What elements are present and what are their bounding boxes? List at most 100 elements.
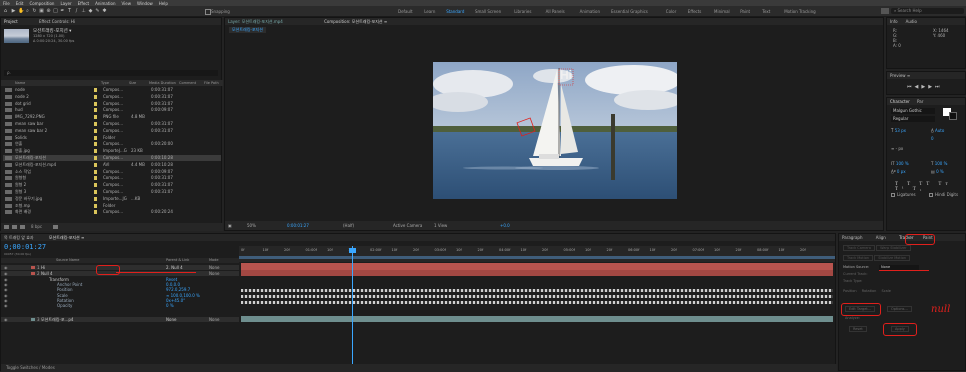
label-color[interactable]	[94, 190, 97, 194]
help-search-input[interactable]: ⌕ Search Help	[891, 8, 964, 14]
check-position[interactable]: Position	[843, 289, 857, 293]
pen-tool-icon[interactable]: ✒	[60, 9, 65, 14]
workspace-text[interactable]: Text	[762, 9, 770, 14]
text-style-buttons[interactable]: T T TT Tт T¹ T₁	[895, 182, 965, 192]
label-color[interactable]	[94, 115, 97, 120]
label-color[interactable]	[94, 101, 97, 106]
project-item[interactable]: 연출 Compos... 0:00:20:00	[3, 141, 221, 147]
tab-info[interactable]: Info	[890, 19, 898, 24]
workspace-motion-tracking[interactable]: Motion Tracking	[784, 9, 815, 14]
layer-parent[interactable]: None	[166, 317, 176, 322]
workspace-learn[interactable]: Learn	[424, 9, 435, 14]
layer-parent[interactable]: 2. Null 4	[166, 265, 183, 270]
label-color[interactable]	[94, 108, 97, 113]
layer-parent[interactable]: 0 %	[166, 303, 174, 308]
menu-effect[interactable]: Effect	[78, 1, 90, 6]
project-item[interactable]: node 2 Compos... 0:00:31:07	[3, 94, 221, 100]
tab-composition[interactable]: Composition: 모션트래킹-포지션 ≡	[324, 19, 387, 24]
menu-layer[interactable]: Layer	[60, 1, 71, 6]
magnification-icon[interactable]: ▣	[228, 221, 232, 230]
layer-row[interactable]: ◉ 1 Hi 2. Null 4 None	[1, 265, 239, 270]
menu-help[interactable]: Help	[159, 1, 168, 6]
preview-controls[interactable]: ⏮◀▶▶⏭	[907, 84, 943, 90]
layer-row[interactable]: ◉ Position 972.0,259.7	[1, 287, 239, 292]
tab-character[interactable]: Character	[890, 99, 910, 104]
tab-align[interactable]: Align	[876, 235, 886, 240]
project-item[interactable]: 소스 작업 Compos... 0:00:09:07	[3, 169, 221, 175]
selection-tool-icon[interactable]: ▶	[11, 9, 16, 14]
exposure-value[interactable]: +0.0	[500, 221, 510, 230]
stabilize-motion-button[interactable]: Stabilize Motion	[874, 255, 911, 261]
brush-tool-icon[interactable]: /	[74, 9, 79, 14]
label-color[interactable]	[94, 203, 97, 208]
project-item[interactable]: hud Compos... 0:00:09:07	[3, 107, 221, 113]
tab-audio[interactable]: Audio	[906, 19, 917, 24]
layer-label-color[interactable]	[31, 299, 35, 302]
layer-label-color[interactable]	[31, 288, 35, 291]
hindi-digits-checkbox[interactable]	[929, 193, 933, 197]
workspace-animation[interactable]: Animation	[580, 9, 600, 14]
menu-file[interactable]: File	[3, 1, 10, 6]
interpret-footage-icon[interactable]	[4, 225, 9, 229]
baseline-value[interactable]: 0 px	[897, 169, 906, 174]
layer-label-color[interactable]	[31, 304, 35, 307]
menu-window[interactable]: Window	[137, 1, 153, 6]
project-search-input[interactable]: ρ.	[4, 70, 218, 76]
rotate-tool-icon[interactable]: ↻	[32, 9, 37, 14]
label-color[interactable]	[94, 156, 97, 160]
project-item[interactable]: 모션트래킹-포지션.mp4 AVI 4.4 MB 0:00:10:28	[3, 162, 221, 168]
layer-mode[interactable]: None	[209, 265, 219, 270]
menu-animation[interactable]: Animation	[95, 1, 115, 6]
vscale-value[interactable]: 100 %	[896, 161, 909, 166]
zoom-select[interactable]: 50%	[247, 221, 256, 230]
project-item[interactable]: 원형 3 Compos... 0:00:31:07	[3, 189, 221, 195]
preview-header[interactable]: Preview ≡	[887, 72, 965, 79]
label-color[interactable]	[94, 149, 97, 154]
hi-text-layer[interactable]: Hi	[560, 68, 572, 82]
type-tool-icon[interactable]: T	[67, 9, 72, 14]
project-item[interactable]: IMG_7292.PNG PNG file 4.8 MB	[3, 114, 221, 120]
layer-mode[interactable]: None	[209, 317, 219, 322]
camera-select[interactable]: Active Camera	[393, 221, 422, 230]
col-duration[interactable]: Media Duration	[149, 80, 176, 86]
camera-tool-icon[interactable]: ▣	[39, 9, 44, 14]
keyframes-rotation[interactable]	[241, 301, 833, 304]
project-item[interactable]: Solids Folder	[3, 135, 221, 141]
project-item[interactable]: mean saw bar 2 Compos... 0:00:31:07	[3, 128, 221, 134]
video-frame[interactable]: Hi	[433, 62, 677, 199]
comp-subtab[interactable]: 모션트래킹-포지션	[229, 27, 266, 33]
clone-stamp-icon[interactable]: ⊥	[81, 9, 86, 14]
playhead-handle[interactable]	[349, 248, 356, 253]
project-item[interactable]: 조형.mp Folder	[3, 203, 221, 209]
trash-icon[interactable]	[53, 225, 58, 229]
visibility-eye-icon[interactable]: ◉	[4, 317, 8, 322]
tab-paragraph-short[interactable]: Par	[917, 99, 923, 104]
col-type[interactable]: Type	[101, 80, 109, 86]
tsume-value[interactable]: 0 %	[936, 169, 944, 174]
timeline-timecode[interactable]: 0;00:01:27	[4, 243, 46, 251]
layer-row[interactable]: ◉ 3 모션트래킹-포...p4 None None	[1, 317, 239, 322]
workspace-minimal[interactable]: Minimal	[714, 9, 730, 14]
workspace-standard[interactable]: Standard	[446, 9, 464, 14]
workspace-default[interactable]: Default	[398, 9, 413, 14]
stroke-color-swatch[interactable]	[949, 112, 957, 120]
visibility-eye-icon[interactable]: ◉	[4, 287, 8, 292]
track-hi[interactable]	[241, 263, 833, 270]
keyframes-position[interactable]	[241, 289, 833, 292]
workspace-small-screen[interactable]: Small Screen	[475, 9, 501, 14]
font-size-value[interactable]: 53 px	[895, 128, 906, 133]
label-color[interactable]	[94, 176, 97, 181]
bit-depth[interactable]: 8 bpc	[31, 223, 42, 231]
timeline-tab-2[interactable]: 모션트래킹-포지션 ≡	[49, 235, 85, 240]
check-rotation[interactable]: Rotation	[862, 289, 877, 293]
layer-label-color[interactable]	[31, 278, 35, 281]
label-color[interactable]	[94, 196, 97, 201]
track-motion-button[interactable]: Track Motion	[843, 255, 874, 261]
leading-value[interactable]: Auto	[935, 128, 944, 133]
workspace-menu-icon[interactable]	[881, 8, 889, 14]
label-color[interactable]	[94, 128, 97, 133]
label-color[interactable]	[94, 135, 97, 140]
hscale-value[interactable]: 100 %	[935, 161, 948, 166]
reset-button[interactable]: Reset	[849, 326, 867, 332]
tracking-value[interactable]: 0	[931, 136, 934, 141]
